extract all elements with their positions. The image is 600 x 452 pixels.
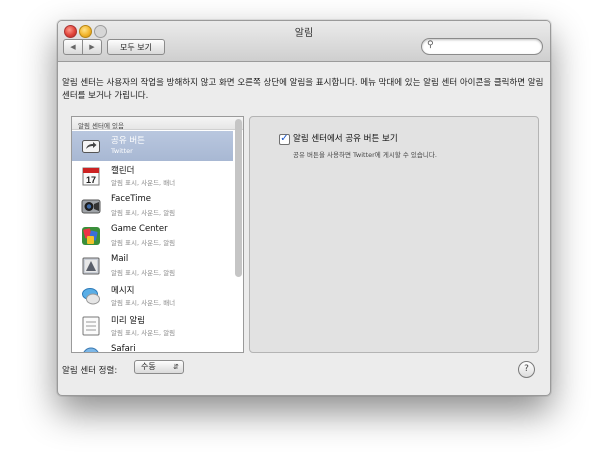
list-item-share[interactable]: 공유 버튼 Twitter xyxy=(72,131,233,161)
window-title: 알림 xyxy=(294,28,314,39)
list-item-facetime[interactable]: FaceTime 알림 표시, 사운드, 알림 xyxy=(72,191,233,221)
select-arrows-icon: ⇵ xyxy=(173,363,179,371)
calendar-icon: 17 xyxy=(82,167,100,186)
list-item-sub: 알림 표시, 사운드, 알림 xyxy=(111,239,176,247)
list-item-name: FaceTime xyxy=(111,194,152,204)
list-item-messages[interactable]: 메시지 알림 표시, 사운드, 배너 xyxy=(72,281,233,311)
list-item-reminders[interactable]: 미리 알림 알림 표시, 사운드, 알림 xyxy=(72,311,233,341)
list-item-sub: 알림 표시, 사운드, 배너 xyxy=(111,299,176,307)
list-scrollbar[interactable] xyxy=(235,119,242,277)
list-item-name: 메시지 xyxy=(111,286,135,296)
messages-icon xyxy=(82,288,100,305)
titlebar: 알림 ◀ ▶ 모두 보기 ⚲ xyxy=(58,21,550,62)
list-item-name: Mail xyxy=(111,254,129,264)
description-text: 알림 센터는 사용자의 작업을 방해하지 않고 화면 오른쪽 상단에 알림을 표… xyxy=(62,78,544,101)
search-field[interactable]: ⚲ xyxy=(421,38,543,55)
list-header: 알림 센터에 있음 xyxy=(72,117,243,130)
forward-button[interactable]: ▶ xyxy=(82,40,101,54)
safari-icon xyxy=(83,347,99,352)
sort-label: 알림 센터 정렬: xyxy=(62,366,118,376)
list-item-name: 캘린더 xyxy=(111,166,135,176)
list-item-game-center[interactable]: Game Center 알림 표시, 사운드, 알림 xyxy=(72,221,233,251)
list-item-name: Game Center xyxy=(111,224,168,234)
show-share-button-checkbox[interactable]: ✓ xyxy=(279,134,290,145)
app-list[interactable]: 알림 센터에 있음 공유 버튼 Twitter 17 캘린더 알림 표시, 사운… xyxy=(71,116,244,353)
reminders-icon xyxy=(82,316,100,336)
checkbox-description: 공유 버튼을 사용하면 Twitter에 게시할 수 있습니다. xyxy=(293,151,437,159)
list-item-name: Safari xyxy=(111,344,136,353)
show-all-button[interactable]: 모두 보기 xyxy=(107,39,165,55)
list-item-name: 공유 버튼 xyxy=(111,136,145,146)
mail-icon xyxy=(82,257,100,275)
list-item-calendar[interactable]: 17 캘린더 알림 표시, 사운드, 배너 xyxy=(72,161,233,191)
list-item-sub: 알림 표시, 사운드, 알림 xyxy=(111,269,176,277)
list-item-sub: Twitter xyxy=(111,147,133,155)
game-center-icon xyxy=(82,227,100,245)
calendar-date-text: 17 xyxy=(86,175,96,185)
share-icon xyxy=(82,140,100,153)
facetime-icon xyxy=(81,199,101,214)
list-item-sub: 알림 표시, 사운드, 알림 xyxy=(111,209,176,217)
list-item-mail[interactable]: Mail 알림 표시, 사운드, 알림 xyxy=(72,251,233,281)
list-item-sub: 알림 표시, 사운드, 배너 xyxy=(111,179,176,187)
preferences-window: 알림 ◀ ▶ 모두 보기 ⚲ 알림 센터는 사용자의 작업을 방해하지 않고 화… xyxy=(57,20,551,396)
list-item-sub: 알림 표시, 사운드, 알림 xyxy=(111,329,176,337)
checkbox-label[interactable]: 알림 센터에서 공유 버튼 보기 xyxy=(293,132,398,144)
back-button[interactable]: ◀ xyxy=(64,40,82,54)
list-item-safari[interactable]: Safari xyxy=(72,341,233,353)
nav-segmented-control: ◀ ▶ xyxy=(63,39,102,55)
detail-panel: ✓ 알림 센터에서 공유 버튼 보기 공유 버튼을 사용하면 Twitter에 … xyxy=(249,116,539,353)
search-icon: ⚲ xyxy=(427,40,434,50)
sort-select-value: 수동 xyxy=(141,362,156,371)
list-item-name: 미리 알림 xyxy=(111,316,145,326)
sort-select[interactable]: 수동 ⇵ xyxy=(134,360,184,374)
help-button[interactable]: ? xyxy=(518,361,535,378)
